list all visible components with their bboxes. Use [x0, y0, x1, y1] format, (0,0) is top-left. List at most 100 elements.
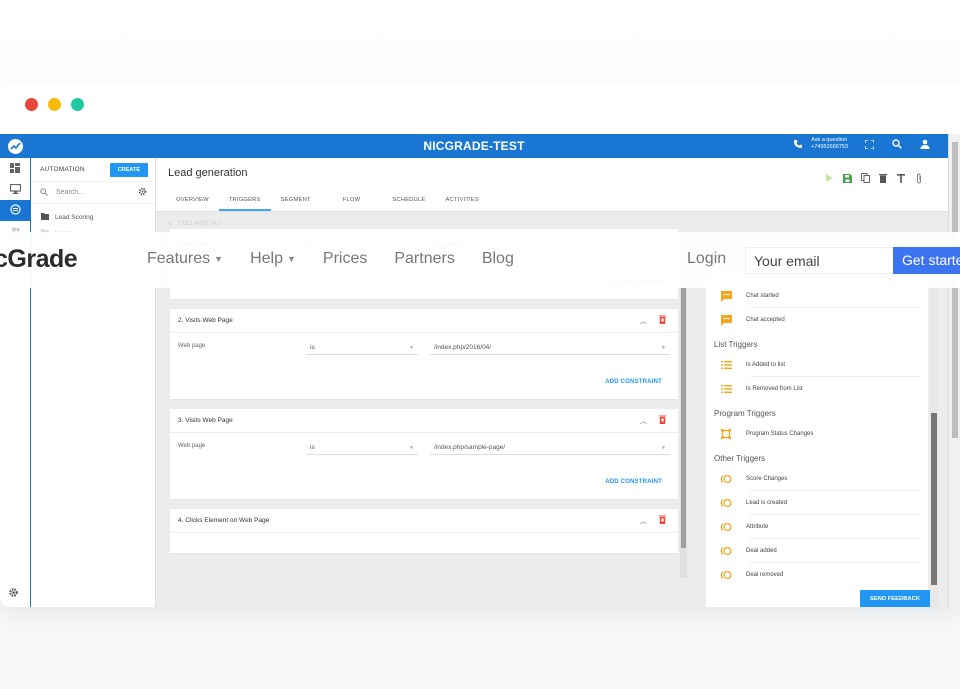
app: NICGRADE-TEST Ask a question +7495266675… — [0, 134, 960, 607]
attach-icon[interactable] — [914, 172, 924, 184]
scroll-thumb[interactable] — [931, 413, 937, 585]
tabs: OVERVIEW TRIGGERS SEGMENT FLOW SCHEDULE … — [166, 197, 489, 211]
scroll-thumb[interactable] — [952, 142, 958, 438]
triggers-scrollbar[interactable] — [930, 278, 938, 607]
tab-schedule[interactable]: SCHEDULE — [382, 197, 435, 211]
rail-monitor[interactable] — [0, 179, 30, 200]
group-title: List Triggers — [714, 340, 758, 349]
chevron-down-icon: ▼ — [661, 344, 666, 351]
get-started-button[interactable]: Get started — [893, 247, 960, 274]
send-feedback-button[interactable]: SEND FEEDBACK — [860, 590, 930, 607]
tree-item-label: Lead Scoring — [55, 213, 94, 221]
user-icon[interactable] — [918, 137, 932, 151]
tree-item[interactable]: Lead Scoring — [32, 209, 155, 225]
trigger-label: Is Added to list — [746, 362, 786, 368]
trigger-item[interactable]: Lead is created — [706, 491, 928, 515]
play-icon[interactable] — [824, 172, 834, 184]
login-link[interactable]: Login — [687, 250, 726, 268]
top-bar: NICGRADE-TEST Ask a question +7495266675… — [0, 134, 948, 158]
value-select[interactable]: /index.php/2016/04/ ▼ — [430, 341, 670, 355]
trigger-item[interactable]: Score Changes — [706, 467, 928, 491]
add-constraint-button[interactable]: ADD CONSTRAINT — [605, 479, 662, 485]
rail-dashboard[interactable] — [0, 158, 30, 179]
trigger-label: Deal removed — [746, 572, 784, 578]
rail-settings[interactable] — [8, 585, 19, 603]
nav-prices[interactable]: Prices — [323, 250, 367, 268]
tab-segment[interactable]: SEGMENT — [271, 197, 333, 211]
trigger-label: Chat accepted — [746, 317, 785, 323]
trash-icon[interactable] — [659, 415, 666, 426]
nav-help[interactable]: Help ▼ — [250, 250, 296, 268]
dashboard-icon — [10, 160, 20, 178]
create-button[interactable]: CREATE — [109, 162, 148, 177]
trigger-item[interactable]: Attribute — [706, 515, 928, 539]
ask-question[interactable]: Ask a question +74952666753 — [791, 137, 848, 151]
page-title: Lead generation — [168, 167, 248, 179]
trigger-label: Chat started — [746, 293, 779, 299]
trigger-item[interactable]: Program Status Changes — [706, 422, 928, 446]
chevron-up-icon[interactable]: ︿ — [640, 316, 647, 326]
operator-select[interactable]: is ▼ — [306, 441, 418, 455]
trigger-card: 2. Visits Web Page ︿ Web page is ▼ /inde… — [170, 309, 678, 399]
maximize-dot[interactable] — [71, 98, 84, 111]
copy-icon[interactable] — [860, 172, 870, 184]
chevron-up-icon[interactable]: ︿ — [640, 516, 647, 526]
add-constraint-button[interactable]: ADD CONSTRAINT — [605, 379, 662, 385]
nav-blog[interactable]: Blog — [482, 250, 514, 268]
rail-automation[interactable] — [0, 200, 30, 221]
tab-activities[interactable]: ACTIVITIES — [435, 197, 489, 211]
content-scrollbar[interactable] — [680, 288, 687, 578]
collapse-all-button[interactable]: ✎ COLLAPSE ALL — [168, 221, 222, 228]
card-title: 3. Visits Web Page — [178, 417, 233, 424]
search-icon[interactable] — [890, 137, 904, 151]
window-scrollbar[interactable] — [948, 134, 960, 607]
trigger-item[interactable]: Is Removed from List — [706, 377, 928, 401]
operator-select[interactable]: is ▼ — [306, 341, 418, 355]
scroll-thumb[interactable] — [681, 288, 686, 548]
chevron-up-icon[interactable]: ︿ — [640, 416, 647, 426]
save-icon[interactable] — [842, 172, 852, 184]
browser-window: NICGRADE-TEST Ask a question +7495266675… — [0, 83, 960, 607]
group-title: Other Triggers — [714, 454, 766, 463]
card-actions: ︿ — [640, 315, 666, 326]
automation-panel: AUTOMATION CREATE Search... Lead Scoring — [32, 158, 156, 607]
trigger-card: 4. Clicks Element on Web Page ︿ — [170, 509, 678, 553]
trigger-label: Deal added — [746, 548, 777, 554]
trigger-item[interactable]: Chat accepted — [706, 308, 928, 332]
program-icon — [720, 428, 732, 440]
card-header: 2. Visits Web Page ︿ — [170, 309, 678, 333]
trash-icon[interactable] — [659, 315, 666, 326]
phone-number: +74952666753 — [811, 144, 848, 150]
gear-icon[interactable] — [138, 187, 147, 198]
trigger-item[interactable]: Deal added — [706, 539, 928, 563]
fullscreen-icon[interactable] — [862, 137, 876, 151]
email-input[interactable]: Your email — [745, 247, 894, 274]
card-body: Web page is ▼ /index.php/sample-page/ ▼ AD… — [170, 433, 678, 499]
trigger-label: Is Removed from List — [746, 386, 803, 392]
list-icon — [720, 359, 732, 371]
trigger-item[interactable]: Deal removed — [706, 563, 928, 587]
monitor-icon — [9, 181, 21, 199]
nav-features[interactable]: Features ▼ — [147, 250, 223, 268]
nav-partners[interactable]: Partners — [394, 250, 454, 268]
search-input[interactable]: Search... — [56, 189, 130, 196]
minimize-dot[interactable] — [48, 98, 61, 111]
tab-triggers[interactable]: TRIGGERS — [218, 197, 271, 211]
tab-flow[interactable]: FLOW — [333, 197, 383, 211]
value-text: /index.php/sample-page/ — [434, 444, 506, 451]
value-select[interactable]: /index.php/sample-page/ ▼ — [430, 441, 670, 455]
ask-text: Ask a question +74952666753 — [811, 137, 848, 151]
brand-logo[interactable]: cGrade — [0, 245, 78, 274]
delete-icon[interactable] — [878, 172, 888, 184]
trigger-item[interactable]: Is Added to list — [706, 353, 928, 377]
value-text: /index.php/2016/04/ — [434, 344, 492, 351]
field-label: Web page — [178, 343, 206, 349]
signal-icon — [720, 569, 732, 581]
trash-icon[interactable] — [659, 515, 666, 526]
close-dot[interactable] — [25, 98, 38, 111]
chat-icon — [720, 290, 732, 302]
trigger-label: Attribute — [746, 524, 769, 530]
tab-overview[interactable]: OVERVIEW — [166, 197, 219, 211]
operator-value: is — [310, 344, 315, 351]
text-icon[interactable] — [896, 172, 906, 184]
